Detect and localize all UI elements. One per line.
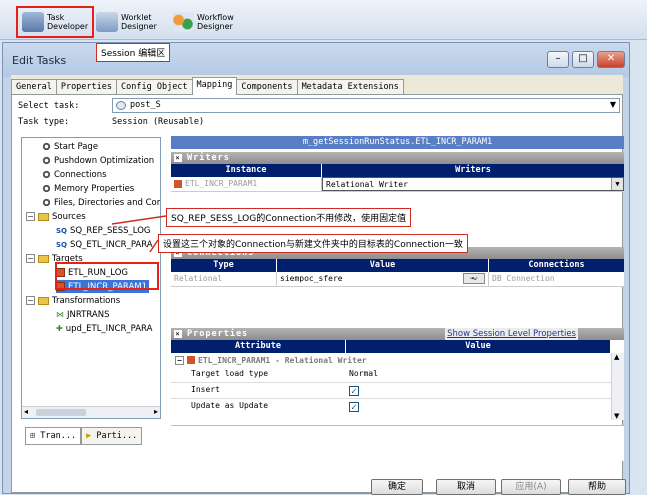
annotation-arrows <box>111 215 167 253</box>
tab-mapping[interactable]: Mapping <box>191 77 238 95</box>
sources-arrow <box>111 215 167 225</box>
targets-arrow <box>149 239 159 253</box>
